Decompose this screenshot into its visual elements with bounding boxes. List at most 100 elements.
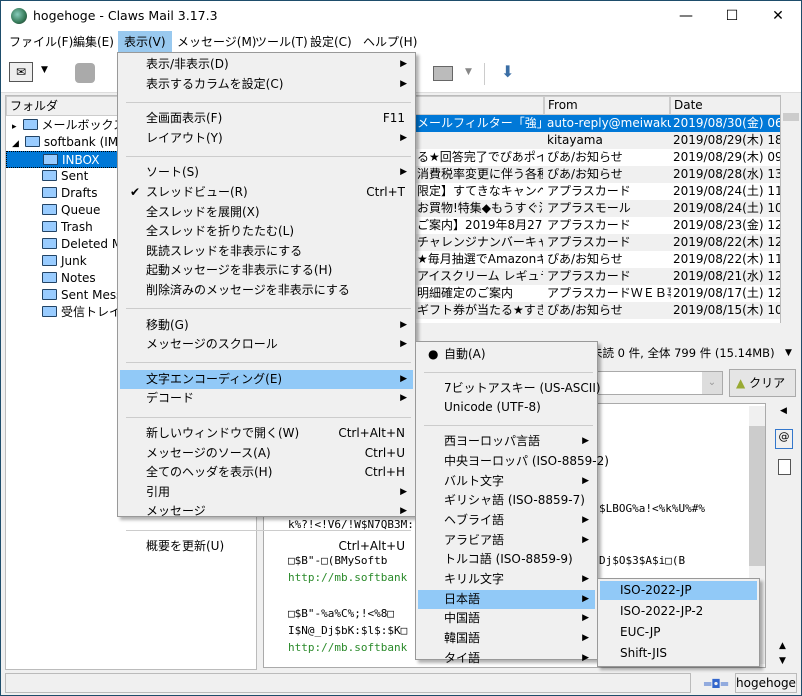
menu-separator	[126, 529, 411, 531]
menu-item[interactable]: 表示するカラムを設定(C) ▶	[120, 75, 413, 94]
menu-item[interactable]: メッセージのソース(A) Ctrl+U	[120, 444, 413, 463]
submenu-arrow-icon: ▶	[400, 167, 407, 178]
menu-help[interactable]: ヘルプ(H)	[357, 31, 423, 53]
menu-view[interactable]: 表示(V)	[118, 31, 172, 53]
menu-item[interactable]: 全スレッドを折りたたむ(L)	[120, 222, 413, 241]
menu-separator	[126, 308, 411, 310]
menu-item[interactable]: ISO-2022-JP	[600, 581, 757, 600]
expander-icon[interactable]: ▸	[12, 122, 17, 132]
menu-item[interactable]: 中国語 ▶	[418, 609, 595, 628]
junk-mail-icon[interactable]	[433, 66, 453, 81]
submenu-arrow-icon: ▶	[582, 475, 589, 486]
menu-item[interactable]: トルコ語 (ISO-8859-9)	[418, 550, 595, 569]
menu-item[interactable]: ソート(S) ▶	[120, 163, 413, 182]
message-date: 2019/08/21(水) 12:34	[673, 269, 780, 283]
menu-item[interactable]: ISO-2022-JP-2	[600, 602, 757, 621]
menu-item[interactable]: メッセージ ▶	[120, 502, 413, 521]
account-selector[interactable]: hogehoge	[735, 673, 797, 693]
online-status-icon[interactable]: ═◘═	[704, 677, 728, 691]
menu-item[interactable]: 起動メッセージを非表示にする(H)	[120, 261, 413, 280]
folder-icon	[42, 221, 57, 232]
menu-settings[interactable]: 設定(C)	[304, 31, 358, 53]
menu-item-label: 表示するカラムを設定(C)	[146, 76, 284, 91]
menu-item[interactable]: 全画面表示(F) F11	[120, 109, 413, 128]
close-button[interactable]: ✕	[755, 1, 801, 31]
menu-item-label: 起動メッセージを非表示にする(H)	[146, 263, 333, 278]
attachment-icon[interactable]	[778, 459, 791, 475]
message-subject: アイスクリーム レギュラーシング	[417, 269, 543, 283]
menu-item[interactable]: ギリシャ語 (ISO-8859-7)	[418, 491, 595, 510]
from-column-header[interactable]: From	[544, 96, 670, 115]
toolbar-separator	[484, 63, 485, 85]
folder-label: Trash	[61, 220, 93, 234]
body-link[interactable]: http://mb.softbank	[288, 571, 407, 584]
menu-item[interactable]: 7ビットアスキー (US-ASCII)	[418, 379, 601, 398]
menu-item[interactable]: ✔ スレッドビュー(R) Ctrl+T	[120, 183, 413, 202]
clear-button[interactable]: ▲ クリア(L)	[729, 369, 796, 416]
menu-shortcut: Ctrl+Alt+N	[338, 426, 405, 440]
menu-item[interactable]: 新しいウィンドウで開く(W) Ctrl+Alt+N	[120, 424, 413, 443]
menu-item[interactable]: バルト文字 ▶	[418, 472, 595, 491]
menu-item[interactable]: 概要を更新(U) Ctrl+Alt+U	[120, 537, 413, 556]
menu-item[interactable]: キリル文字 ▶	[418, 570, 595, 589]
menu-item[interactable]: レイアウト(Y) ▶	[120, 129, 413, 148]
body-link[interactable]: http://mb.softbank	[288, 641, 407, 654]
menu-item[interactable]: 韓国語 ▶	[418, 629, 595, 648]
menu-shortcut: F11	[382, 111, 405, 126]
menu-item[interactable]: タイ語 ▶	[418, 649, 595, 668]
get-mail-icon[interactable]: ✉	[9, 62, 33, 82]
folder-label: Notes	[61, 271, 96, 285]
message-date: 2019/08/29(木) 09:37	[673, 150, 780, 164]
menu-item[interactable]: 文字エンコーディング(E) ▶	[120, 369, 413, 389]
message-subject: 消費税率変更に伴う各種	[417, 167, 543, 181]
menu-item[interactable]: 日本語 ▶	[418, 589, 595, 609]
send-queue-icon[interactable]	[75, 63, 95, 83]
message-from: kitayama	[547, 133, 603, 147]
menu-item-label: 全スレッドを折りたたむ(L)	[146, 224, 295, 239]
menu-item[interactable]: アラビア語 ▶	[418, 531, 595, 550]
menu-item[interactable]: 既読スレッドを非表示にする	[120, 242, 413, 261]
maximize-button[interactable]: ☐	[709, 1, 755, 31]
menu-item[interactable]: Unicode (UTF-8)	[418, 398, 595, 417]
message-list-scrollbar[interactable]	[781, 95, 801, 340]
menu-item-label: ヘブライ語	[444, 512, 505, 527]
menu-item-label: メッセージのソース(A)	[146, 445, 271, 460]
menu-item[interactable]: 削除済みのメッセージを非表示にする	[120, 281, 413, 300]
message-subject: ギフト券が当たる★すきま時間	[417, 303, 543, 317]
menu-item[interactable]: 引用 ▶	[120, 483, 413, 502]
menu-item[interactable]: 中央ヨーロッパ (ISO-8859-2)	[418, 452, 609, 471]
menu-item[interactable]: 西ヨーロッパ言語 ▶	[418, 432, 595, 451]
menu-item[interactable]: 全スレッドを展開(X)	[120, 203, 413, 222]
get-mail-dropdown-icon[interactable]: ▼	[41, 65, 48, 75]
status-dropdown-icon[interactable]: ▼	[785, 348, 792, 358]
menu-item-label: ギリシャ語 (ISO-8859-7)	[444, 493, 585, 508]
japanese-submenu: ISO-2022-JP ISO-2022-JP-2 EUC-JP Shift-JIS	[597, 578, 760, 667]
scroll-down-icon[interactable]: ▼	[779, 656, 786, 666]
menu-edit[interactable]: 編集(E)	[67, 31, 120, 53]
app-icon	[11, 8, 27, 24]
menu-item[interactable]: 移動(G) ▶	[120, 316, 413, 335]
radio-dot-icon: ●	[428, 347, 439, 361]
menu-item[interactable]: 全てのヘッダを表示(H) Ctrl+H	[120, 463, 413, 482]
date-column-header[interactable]: Date	[670, 96, 780, 115]
next-unread-arrow-icon[interactable]: ⬇	[501, 62, 514, 81]
menu-item[interactable]: 表示/非表示(D) ▶	[120, 55, 413, 74]
menu-item[interactable]: EUC-JP	[600, 623, 757, 642]
menu-item-label: EUC-JP	[620, 625, 661, 639]
scroll-up-icon[interactable]: ▲	[779, 641, 786, 651]
collapse-arrow-icon[interactable]: ◀	[780, 406, 787, 416]
menu-item-label: 概要を更新(U)	[146, 539, 225, 553]
menu-item[interactable]: デコード ▶	[120, 389, 413, 408]
expander-icon[interactable]: ◢	[12, 139, 19, 149]
chevron-down-icon[interactable]: ⌄	[702, 372, 722, 394]
menu-item[interactable]: Shift-JIS	[600, 644, 757, 663]
menu-item[interactable]: ● 自動(A)	[418, 345, 595, 364]
menu-item[interactable]: メッセージのスクロール ▶	[120, 335, 413, 354]
mime-text-icon[interactable]: @	[775, 429, 793, 449]
junk-dropdown-icon[interactable]: ▼	[465, 67, 472, 77]
message-subject: 明細確定のご案内	[417, 286, 514, 300]
minimize-button[interactable]: —	[663, 1, 709, 31]
menu-item-label: Unicode (UTF-8)	[444, 400, 541, 415]
menu-item[interactable]: ヘブライ語 ▶	[418, 511, 595, 530]
menu-item-label: 西ヨーロッパ言語	[444, 434, 541, 449]
